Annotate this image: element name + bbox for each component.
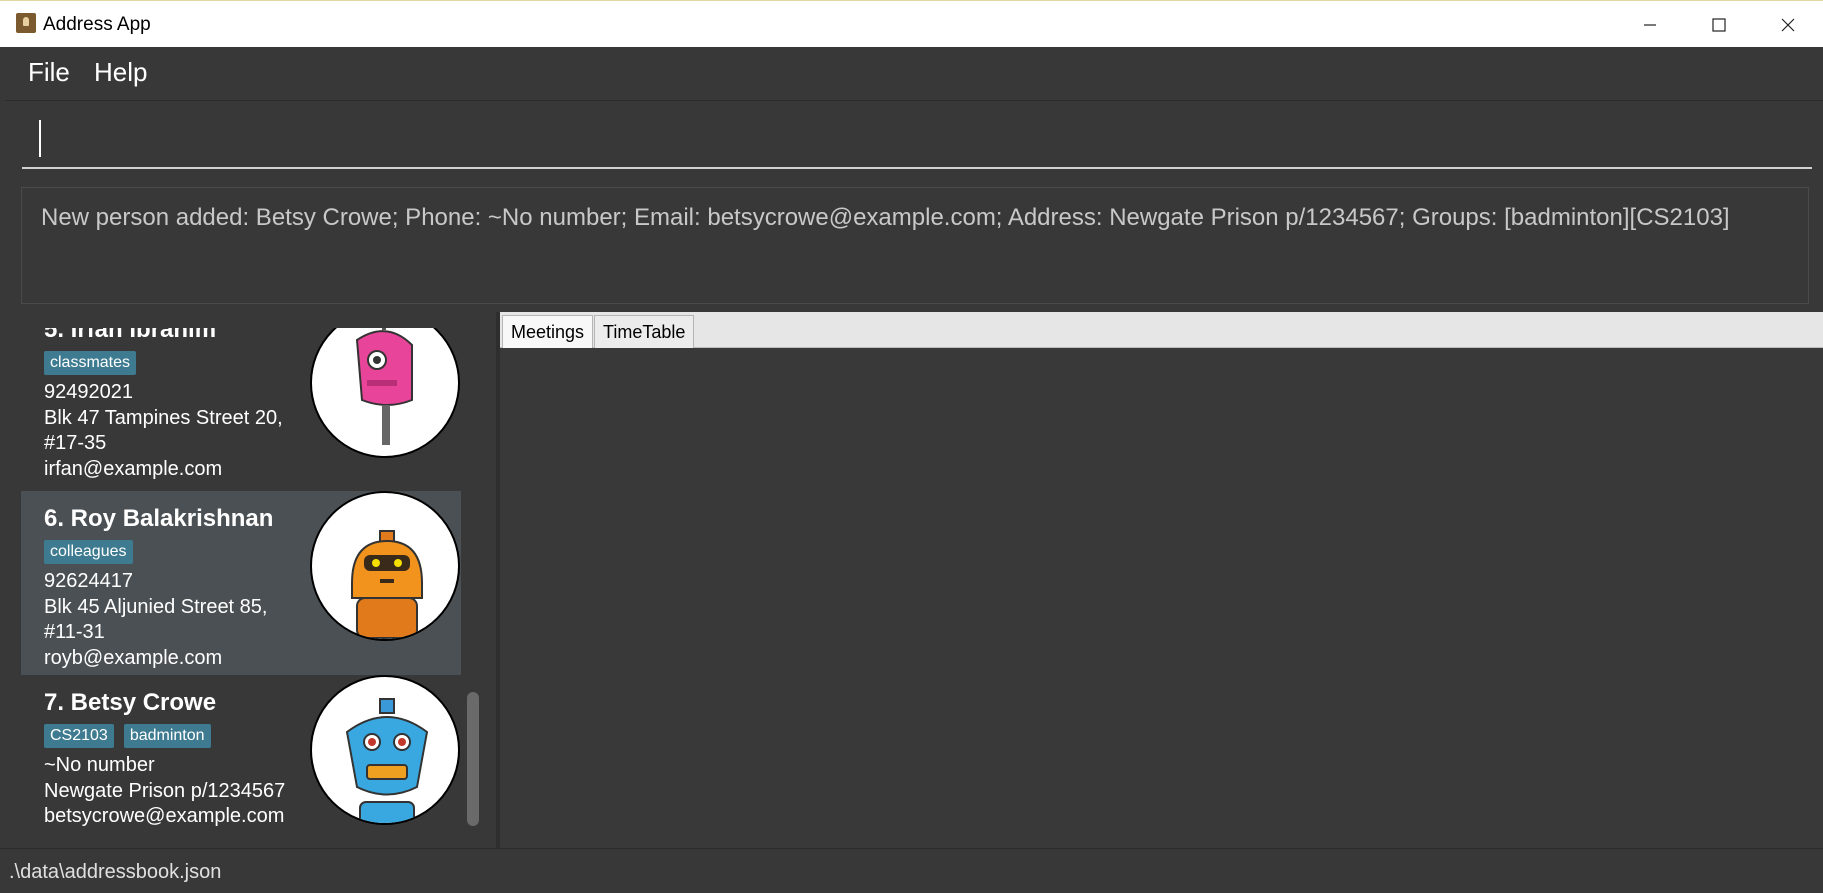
tag-list: colleagues [44,540,133,564]
person-card[interactable]: 5. Irfan Ibrahim classmates 92492021 Blk… [21,328,461,486]
tag-badge: badminton [123,724,211,748]
command-input[interactable] [22,113,1812,169]
tag-badge: colleagues [44,540,133,564]
person-address-cont: #17-35 [44,432,107,454]
close-button[interactable] [1753,1,1823,48]
person-email: irfan@example.com [44,458,223,480]
tag-list: classmates [44,351,137,375]
tab-timetable[interactable]: TimeTable [594,315,695,349]
status-bar: .\data\addressbook.json [0,848,1823,893]
person-address: Newgate Prison p/1234567 [44,780,286,802]
tab-strip: Meetings TimeTable [500,312,1823,349]
text-caret [39,120,41,157]
minimize-button[interactable] [1615,1,1685,48]
tab-meetings[interactable]: Meetings [502,315,594,349]
tag-badge: CS2103 [44,724,114,748]
person-phone: 92624417 [44,570,133,592]
minimize-icon [1644,23,1656,26]
app-window: Address App File Help New person added: … [0,0,1823,893]
person-list[interactable]: 5. Irfan Ibrahim classmates 92492021 Blk… [21,328,461,832]
maximize-button[interactable] [1684,1,1754,48]
menu-file[interactable]: File [28,57,70,88]
person-name: 6. Roy Balakrishnan [44,505,274,532]
person-address: Blk 45 Aljunied Street 85, [44,596,268,618]
person-card[interactable]: 7. Betsy Crowe CS2103 badminton ~No numb… [21,675,461,832]
person-address: Blk 47 Tampines Street 20, [44,407,283,429]
blue-robot-icon [310,675,460,825]
title-bar: Address App [0,0,1823,47]
scrollbar-thumb[interactable] [467,692,479,826]
menu-help[interactable]: Help [94,57,147,88]
close-icon [1781,18,1795,31]
window-title: Address App [43,14,151,35]
pink-robot-icon [310,328,460,458]
person-list-scrollbar[interactable] [465,328,481,832]
person-card-selected[interactable]: 6. Roy Balakrishnan colleagues 92624417 … [21,491,461,675]
address-book-icon [16,13,36,33]
tab-pane: Meetings TimeTable [500,312,1823,848]
person-phone: 92492021 [44,381,133,403]
person-address-cont: #11-31 [44,621,105,643]
result-display: New person added: Betsy Crowe; Phone: ~N… [21,187,1809,304]
tab-content-area [500,348,1823,848]
command-box [5,101,1823,177]
menu-bar: File Help [5,47,1823,101]
orange-robot-icon [310,491,460,641]
result-message: New person added: Betsy Crowe; Phone: ~N… [41,204,1730,231]
person-email: betsycrowe@example.com [44,805,285,827]
tag-badge: classmates [44,351,137,375]
maximize-icon [1712,17,1726,32]
save-location: .\data\addressbook.json [9,861,222,883]
person-name: 5. Irfan Ibrahim [44,328,217,343]
tag-list: CS2103 badminton [44,724,211,748]
person-phone: ~No number [44,754,155,776]
person-name: 7. Betsy Crowe [44,689,217,716]
person-email: royb@example.com [44,647,223,669]
